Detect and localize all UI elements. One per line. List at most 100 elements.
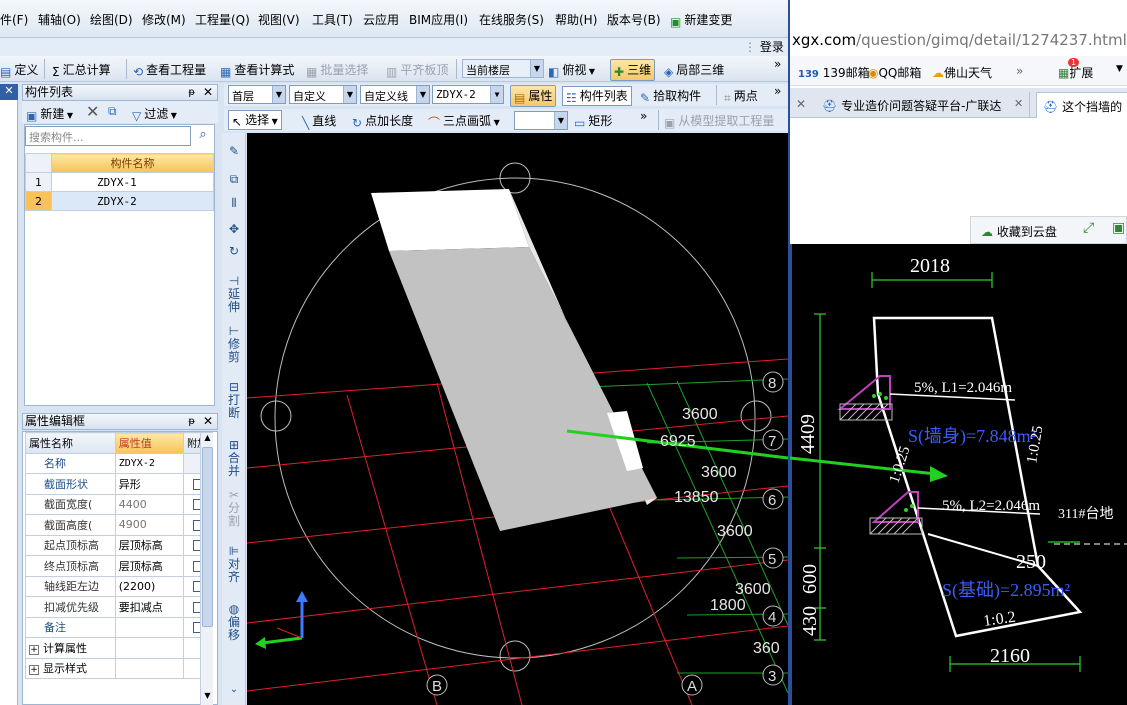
qr-icon[interactable]: ▣ (1112, 220, 1125, 236)
scroll-thumb[interactable] (202, 447, 213, 627)
close-icon[interactable]: ✕ (203, 85, 213, 100)
menu-online[interactable]: 在线服务(S) (479, 11, 544, 28)
toolbar-overflow-icon[interactable]: » (640, 109, 647, 123)
align-slab-button[interactable]: ▥ 平齐板顶 (386, 61, 448, 79)
property-row[interactable]: 轴线距左边 (2200) (25, 575, 213, 597)
orbit-handle-right[interactable] (740, 400, 772, 432)
property-scrollbar[interactable]: ▲ ▼ (200, 433, 213, 705)
component-select[interactable]: ZDYX-2 ▼ (432, 85, 504, 104)
bookmark-weather[interactable]: ☁佛山天气 (932, 64, 992, 81)
menu-axis[interactable]: 辅轴(O) (38, 11, 81, 28)
expand-icon[interactable]: + (29, 665, 39, 676)
close-icon[interactable]: ✕ (203, 414, 213, 429)
orbit-handle-bottom[interactable] (499, 640, 531, 672)
prop-value[interactable]: 4400 (114, 493, 185, 515)
login-button[interactable]: ⋮ 登录 (744, 38, 784, 55)
more-tools-icon[interactable]: ⌄ (226, 683, 242, 696)
view-quantity-button[interactable]: ⟲ 查看工程量 (133, 61, 206, 79)
pin-icon[interactable]: ᵽ (188, 414, 195, 429)
offset-button[interactable]: ◍ 偏移 (226, 603, 242, 642)
sum-calc-button[interactable]: Σ 汇总计算 (52, 61, 111, 79)
extensions-button[interactable]: ▦扩展 1 (1058, 58, 1093, 81)
arc-mode-select[interactable]: ▼ (514, 111, 568, 130)
wall-3d-model[interactable] (371, 189, 657, 531)
menu-view[interactable]: 视图(V) (258, 11, 300, 28)
rect-tool-button[interactable]: ▭ 矩形 (574, 112, 612, 130)
mirror-icon[interactable]: ⫴ (226, 197, 242, 210)
bookmark-139-mail[interactable]: 139 139邮箱 (798, 64, 870, 81)
tab-close-icon[interactable]: ✕ (790, 92, 810, 118)
local-3d-button[interactable]: ◈ 局部三维 (664, 61, 724, 79)
floor-scope-select[interactable]: 当前楼层 ▼ (462, 59, 544, 78)
filter-button[interactable]: ▽ 过滤 ▼ (132, 105, 177, 123)
menu-help[interactable]: 帮助(H) (555, 11, 597, 28)
prop-value[interactable]: 异形 (114, 473, 185, 495)
define-button[interactable]: ▤ 定义 (0, 61, 38, 79)
property-row[interactable]: 终点顶标高 层顶标高 (25, 555, 213, 577)
toolbar-overflow-icon[interactable]: » (774, 57, 781, 71)
brush-icon[interactable]: ✎ (226, 145, 242, 158)
property-row[interactable]: 截面形状 异形 (25, 473, 213, 495)
property-row[interactable]: 扣减优先级 要扣减点 (25, 596, 213, 618)
extend-button[interactable]: ⊣ 延伸 (226, 275, 242, 314)
category-select[interactable]: 自定义 ▼ (289, 85, 357, 104)
trim-button[interactable]: ⊢ 修剪 (226, 325, 242, 364)
search-icon[interactable]: ⌕ (193, 127, 213, 145)
menu-tools[interactable]: 工具(T) (312, 11, 353, 28)
address-bar[interactable]: xgx.com/question/gimq/detail/1274237.htm… (790, 26, 1127, 56)
bookmark-qq-mail[interactable]: ◉QQ邮箱 (868, 64, 921, 81)
type-select[interactable]: 自定义线 ▼ (360, 85, 430, 104)
url-text[interactable]: xgx.com/question/gimq/detail/1274237.htm… (792, 31, 1127, 49)
arc-tool-button[interactable]: ⌒ 三点画弧 ▼ (428, 112, 500, 131)
tab-close-icon[interactable]: ✕ (1014, 97, 1023, 110)
break-button[interactable]: ⊟ 打断 (226, 381, 242, 420)
prop-value[interactable]: (2200) (114, 575, 185, 597)
prop-group[interactable]: + 计算属性 (25, 637, 116, 659)
move-icon[interactable]: ✥ (226, 223, 242, 236)
split-button[interactable]: ✂ 分割 (226, 489, 242, 528)
close-icon[interactable]: ✕ (0, 84, 18, 100)
menu-draw[interactable]: 绘图(D) (90, 11, 133, 28)
expand-icon[interactable]: ⤢ (1083, 220, 1094, 236)
menu-cloud[interactable]: 云应用 (363, 11, 399, 28)
scroll-down-icon[interactable]: ▼ (202, 691, 213, 703)
component-list-toggle-button[interactable]: ☷ 构件列表 (562, 86, 632, 106)
property-row[interactable]: 截面高度(4900 (25, 514, 213, 536)
property-row[interactable]: 截面宽度(4400 (25, 493, 213, 515)
two-point-button[interactable]: ⌗ 两点 (724, 87, 758, 106)
3d-view-button[interactable]: ✚ 三维 (610, 59, 656, 81)
scroll-up-icon[interactable]: ▲ (202, 433, 213, 445)
copy-icon[interactable]: ⧉ (108, 104, 117, 119)
prop-value[interactable]: 要扣减点 (114, 596, 185, 618)
pin-icon[interactable]: ᵽ (188, 85, 195, 100)
align-button[interactable]: ⊫ 对齐 (226, 545, 242, 584)
prop-value[interactable]: 层顶标高 (114, 555, 185, 577)
save-to-cloud-button[interactable]: ☁ 收藏到云盘 (981, 223, 1057, 240)
property-group-row[interactable]: + 显示样式 (25, 657, 213, 679)
batch-select-button[interactable]: ▦ 批量选择 (306, 61, 368, 79)
menu-modify[interactable]: 修改(M) (142, 11, 186, 28)
floor-select[interactable]: 首层 ▼ (228, 85, 286, 104)
rotate-icon[interactable]: ↻ (226, 245, 242, 258)
orbit-handle-left[interactable] (260, 400, 292, 432)
new-component-button[interactable]: ▣ 新建 ▼ (26, 105, 73, 123)
prop-value[interactable]: 层顶标高 (114, 534, 185, 556)
bookmarks-overflow-icon[interactable]: » (1016, 64, 1023, 78)
chevron-down-icon[interactable]: ▼ (1116, 64, 1123, 74)
point-length-button[interactable]: ↻ 点加长度 (352, 112, 413, 130)
menu-new-change[interactable]: ▣ 新建变更 (670, 11, 732, 29)
property-group-row[interactable]: + 计算属性 (25, 637, 213, 659)
component-name-cell[interactable]: ZDYX-2 (51, 191, 214, 211)
prop-value[interactable]: ZDYX-2 (114, 452, 185, 474)
menu-bim[interactable]: BIM应用(I) (409, 11, 468, 28)
copy-icon[interactable]: ⧉ (226, 173, 242, 186)
property-row[interactable]: 名称 ZDYX-2 (25, 452, 213, 474)
table-row-selected[interactable]: 2 ZDYX-2 (25, 191, 214, 211)
property-toggle-button[interactable]: ▤ 属性 (510, 85, 557, 107)
search-input[interactable]: 搜索构件... (25, 126, 191, 146)
delete-icon[interactable]: ✕ (86, 102, 99, 121)
tab-question-platform[interactable]: ⛑ 专业造价问题答疑平台-广联达 (816, 92, 1030, 118)
top-view-button[interactable]: ◧ 俯视 ▼ (548, 61, 595, 79)
view-formula-button[interactable]: ▦ 查看计算式 (220, 61, 294, 79)
line-tool-button[interactable]: ╲ 直线 (302, 112, 336, 130)
